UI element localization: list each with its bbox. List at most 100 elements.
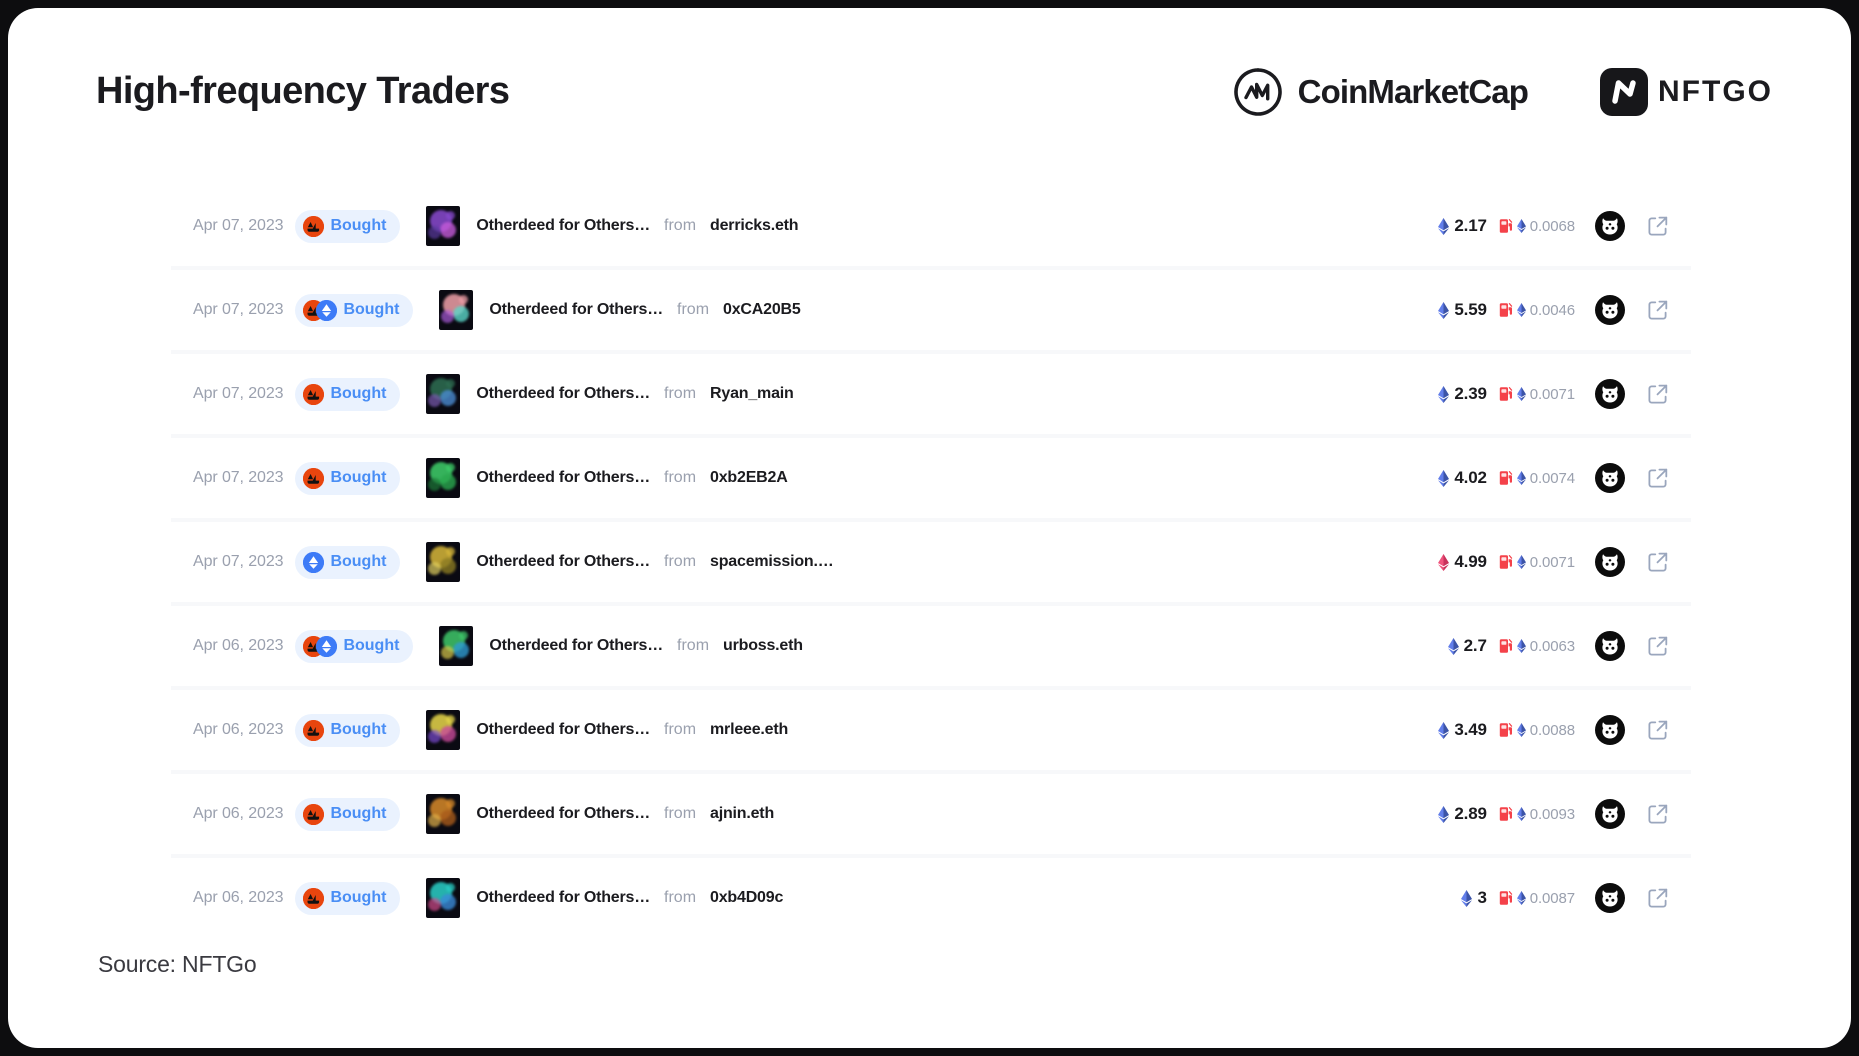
row-actions: 3.49 0.0088 bbox=[1438, 715, 1687, 745]
external-link-icon[interactable] bbox=[1647, 467, 1669, 489]
otherside-mask-icon[interactable] bbox=[1595, 883, 1625, 913]
nft-thumbnail[interactable] bbox=[426, 542, 461, 582]
nft-collection-name[interactable]: Otherdeed for Others… bbox=[476, 721, 650, 739]
nft-thumbnail[interactable] bbox=[426, 710, 461, 750]
seller-wallet[interactable]: 0xb2EB2A bbox=[710, 469, 788, 487]
price-group: 2.7 bbox=[1447, 636, 1487, 656]
otherside-mask-icon[interactable] bbox=[1595, 211, 1625, 241]
coinmarketcap-wordmark: CoinMarketCap bbox=[1297, 73, 1529, 110]
opensea-icon[interactable] bbox=[303, 719, 325, 741]
otherside-mask-icon[interactable] bbox=[1595, 799, 1625, 829]
table-row[interactable]: Apr 07, 2023 Bought Otherdeed for Others… f… bbox=[171, 438, 1691, 522]
external-link-icon[interactable] bbox=[1647, 887, 1669, 909]
blur-icon[interactable] bbox=[316, 635, 338, 657]
seller-wallet[interactable]: derricks.eth bbox=[710, 217, 799, 235]
nft-collection-name[interactable]: Otherdeed for Others… bbox=[476, 385, 650, 403]
nft-thumbnail[interactable] bbox=[426, 374, 461, 414]
external-link-icon[interactable] bbox=[1647, 803, 1669, 825]
action-badge: Bought bbox=[295, 797, 401, 831]
opensea-icon[interactable] bbox=[303, 803, 325, 825]
action-label: Bought bbox=[330, 889, 387, 906]
transaction-date: Apr 06, 2023 bbox=[193, 721, 284, 738]
nft-thumbnail[interactable] bbox=[439, 626, 474, 666]
table-row[interactable]: Apr 07, 2023 Bought Otherdeed for Others… f… bbox=[171, 186, 1691, 270]
otherside-mask-icon[interactable] bbox=[1595, 715, 1625, 745]
otherside-mask-icon[interactable] bbox=[1595, 379, 1625, 409]
price-group: 2.89 bbox=[1438, 804, 1487, 824]
action-label: Bought bbox=[330, 385, 387, 402]
marketplace-icons bbox=[303, 467, 325, 489]
gas-fee-value: 0.0071 bbox=[1529, 385, 1575, 403]
from-label: from bbox=[664, 217, 697, 234]
external-link-icon[interactable] bbox=[1647, 635, 1669, 657]
nft-thumbnail[interactable] bbox=[426, 878, 461, 918]
nft-thumbnail[interactable] bbox=[439, 290, 474, 330]
transaction-date: Apr 07, 2023 bbox=[193, 385, 284, 402]
table-row[interactable]: Apr 06, 2023 Bought Otherdeed for Others… f… bbox=[171, 858, 1691, 938]
external-link-icon[interactable] bbox=[1647, 215, 1669, 237]
transaction-date: Apr 07, 2023 bbox=[193, 301, 284, 318]
table-row[interactable]: Apr 07, 2023 Bought Otherdeed for Others… f… bbox=[171, 354, 1691, 438]
seller-wallet[interactable]: Ryan_main bbox=[710, 385, 794, 403]
opensea-icon[interactable] bbox=[303, 215, 325, 237]
otherside-mask-icon[interactable] bbox=[1595, 463, 1625, 493]
action-badge: Bought bbox=[295, 881, 401, 915]
action-badge: Bought bbox=[295, 461, 401, 495]
nftgo-icon bbox=[1600, 68, 1648, 116]
seller-wallet[interactable]: 0xCA20B5 bbox=[723, 301, 801, 319]
row-actions: 2.89 0.0093 bbox=[1438, 799, 1687, 829]
action-label: Bought bbox=[330, 721, 387, 738]
nft-collection-name[interactable]: Otherdeed for Others… bbox=[489, 301, 663, 319]
external-link-icon[interactable] bbox=[1647, 719, 1669, 741]
table-row[interactable]: Apr 06, 2023 Bought Otherdeed for Others… f… bbox=[171, 690, 1691, 774]
otherside-mask-icon[interactable] bbox=[1595, 631, 1625, 661]
table-row[interactable]: Apr 06, 2023 Bought Otherdeed for Others… f… bbox=[171, 606, 1691, 690]
otherside-mask-icon[interactable] bbox=[1595, 295, 1625, 325]
price-value: 4.99 bbox=[1454, 552, 1487, 571]
row-details: Apr 06, 2023 Bought Otherdeed for Others… f… bbox=[193, 626, 1448, 666]
blur-icon[interactable] bbox=[316, 299, 338, 321]
row-actions: 5.59 0.0046 bbox=[1438, 295, 1687, 325]
gas-fee-group: 0.0071 bbox=[1499, 554, 1575, 571]
seller-wallet[interactable]: 0xb4D09c bbox=[710, 889, 783, 907]
nft-collection-name[interactable]: Otherdeed for Others… bbox=[489, 637, 663, 655]
action-label: Bought bbox=[343, 637, 400, 654]
row-actions: 4.99 0.0071 bbox=[1438, 547, 1687, 577]
action-label: Bought bbox=[330, 469, 387, 486]
row-actions: 3 0.0087 bbox=[1461, 883, 1687, 913]
external-link-icon[interactable] bbox=[1647, 551, 1669, 573]
seller-wallet[interactable]: spacemission.… bbox=[710, 553, 834, 571]
blur-icon[interactable] bbox=[303, 551, 325, 573]
transaction-date: Apr 07, 2023 bbox=[193, 217, 284, 234]
opensea-icon[interactable] bbox=[303, 383, 325, 405]
seller-wallet[interactable]: mrleee.eth bbox=[710, 721, 788, 739]
marketplace-icons bbox=[303, 551, 325, 573]
price-group: 2.17 bbox=[1438, 216, 1487, 236]
external-link-icon[interactable] bbox=[1647, 383, 1669, 405]
row-details: Apr 07, 2023 Bought Otherdeed for Others… f… bbox=[193, 206, 1438, 246]
nft-collection-name[interactable]: Otherdeed for Others… bbox=[476, 805, 650, 823]
nft-thumbnail[interactable] bbox=[426, 206, 461, 246]
transaction-date: Apr 07, 2023 bbox=[193, 469, 284, 486]
opensea-icon[interactable] bbox=[303, 467, 325, 489]
table-row[interactable]: Apr 07, 2023 Bought Otherdeed for Others… f… bbox=[171, 270, 1691, 354]
nftgo-wordmark: NFTGO bbox=[1658, 75, 1773, 108]
price-value: 4.02 bbox=[1454, 468, 1487, 487]
opensea-icon[interactable] bbox=[303, 887, 325, 909]
otherside-mask-icon[interactable] bbox=[1595, 547, 1625, 577]
from-label: from bbox=[664, 805, 697, 822]
external-link-icon[interactable] bbox=[1647, 299, 1669, 321]
price-value: 3 bbox=[1477, 888, 1487, 907]
table-row[interactable]: Apr 07, 2023 Bought Otherdeed for Others… f… bbox=[171, 522, 1691, 606]
nft-collection-name[interactable]: Otherdeed for Others… bbox=[476, 469, 650, 487]
nft-collection-name[interactable]: Otherdeed for Others… bbox=[476, 889, 650, 907]
nft-thumbnail[interactable] bbox=[426, 458, 461, 498]
seller-wallet[interactable]: ajnin.eth bbox=[710, 805, 774, 823]
nft-thumbnail[interactable] bbox=[426, 794, 461, 834]
action-badge: Bought bbox=[295, 629, 414, 663]
nft-collection-name[interactable]: Otherdeed for Others… bbox=[476, 217, 650, 235]
nft-collection-name[interactable]: Otherdeed for Others… bbox=[476, 553, 650, 571]
gas-fee-group: 0.0087 bbox=[1499, 890, 1575, 907]
table-row[interactable]: Apr 06, 2023 Bought Otherdeed for Others… f… bbox=[171, 774, 1691, 858]
seller-wallet[interactable]: urboss.eth bbox=[723, 637, 803, 655]
